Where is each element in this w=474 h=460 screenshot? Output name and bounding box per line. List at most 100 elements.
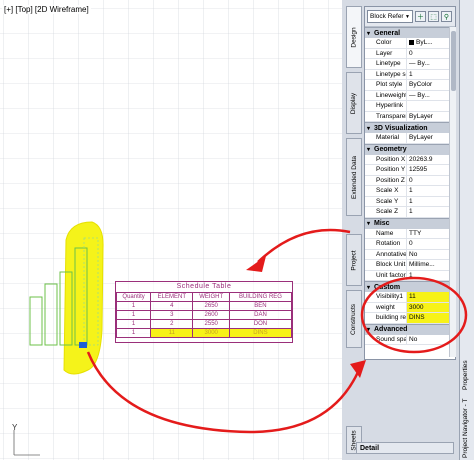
tab-display[interactable]: Display — [346, 72, 362, 134]
right-tab-strip: Properties Project Navigator - T — [459, 0, 474, 460]
property-name: Unit factor — [365, 270, 407, 280]
property-row[interactable]: Position Z0 — [365, 175, 455, 186]
property-value[interactable]: — By... — [407, 91, 455, 101]
property-value[interactable]: 20263.9 — [407, 155, 455, 165]
highlighted-block — [29, 221, 104, 375]
property-name: Layer — [365, 48, 407, 58]
property-name: Transparency — [365, 111, 407, 121]
property-row[interactable]: Rotation 0 — [365, 239, 455, 250]
property-value[interactable]: — By... — [407, 59, 455, 69]
property-value[interactable]: 0 — [407, 176, 455, 186]
palette-scrollbar[interactable] — [449, 27, 456, 357]
property-value[interactable]: 1 — [407, 207, 455, 217]
add-icon[interactable]: ＋ — [415, 11, 426, 22]
table-cell: BEN — [228, 301, 293, 311]
table-cell: 1 — [115, 328, 152, 338]
property-value[interactable]: 0 — [407, 239, 455, 249]
table-cell: 2 — [150, 319, 194, 329]
property-value[interactable]: 12595 — [407, 165, 455, 175]
table-cell: 4 — [150, 301, 194, 311]
drawing-viewport[interactable]: [+] [Top] [2D Wireframe] Y Schedule Tabl… — [0, 0, 342, 460]
tab-design[interactable]: Design — [346, 6, 362, 68]
property-row[interactable]: Name TTY — [365, 228, 455, 239]
section-misc[interactable]: ▾ Misc — [365, 217, 455, 229]
section-general[interactable]: ▾ General — [365, 27, 455, 38]
property-value[interactable]: TTY — [407, 229, 455, 239]
property-name: Scale Z — [365, 207, 407, 217]
detail-bar[interactable]: Detail — [356, 442, 454, 454]
property-value[interactable] — [407, 101, 455, 111]
property-name: Scale Y — [365, 196, 407, 206]
property-name: Scale X — [365, 186, 407, 196]
property-value[interactable]: ByLayer — [407, 133, 455, 143]
property-row[interactable]: Layer 0 — [365, 48, 455, 59]
property-value[interactable]: No — [407, 250, 455, 260]
property-value[interactable]: ByLayer — [407, 112, 455, 122]
table-cell: 2650 — [192, 301, 230, 311]
section-advanced[interactable]: ▾ Advanced — [365, 323, 455, 335]
grip-icon — [79, 342, 87, 348]
palette-tabs: Design Display Extended Data Project Con… — [346, 6, 362, 454]
property-row[interactable]: Material ByLayer — [365, 133, 455, 144]
tab-constructs[interactable]: Constructs — [346, 290, 362, 348]
property-value[interactable]: DINS — [407, 313, 455, 323]
tab-project[interactable]: Project — [346, 234, 362, 286]
property-row[interactable]: Scale X1 — [365, 186, 455, 197]
property-value[interactable]: 1 — [407, 186, 455, 196]
quick-select-icon[interactable]: ⚲ — [441, 11, 452, 22]
table-row: 1 11 3000 DINS — [115, 328, 293, 338]
property-row[interactable]: Lineweight — By... — [365, 90, 455, 101]
table-row: 1 4 2650 BEN — [115, 301, 293, 311]
section-custom[interactable]: ▾ Custom — [365, 281, 455, 292]
property-row[interactable]: weight 3000 — [365, 302, 455, 313]
property-value[interactable]: 1 — [407, 197, 455, 207]
property-value[interactable]: 3000 — [407, 302, 455, 312]
property-row[interactable]: Hyperlink — [365, 101, 455, 112]
property-value-text: ByL... — [416, 39, 433, 47]
property-value[interactable]: 11 — [407, 292, 455, 302]
property-value[interactable]: ByColor — [407, 80, 455, 90]
property-value[interactable]: 0 — [407, 49, 455, 59]
property-value[interactable]: 1 — [407, 271, 455, 281]
property-name: Visibility1 — [365, 292, 407, 302]
section-3d-visualization[interactable]: ▾ 3D Visualization — [365, 122, 455, 133]
property-row[interactable]: Block Unit Millime... — [365, 260, 455, 271]
property-row[interactable]: Unit factor 1 — [365, 270, 455, 281]
table-cell: 1 — [115, 319, 152, 329]
table-cell: 11 — [150, 328, 194, 338]
section-geometry[interactable]: ▾ Geometry — [365, 143, 455, 155]
table-cell: 3 — [150, 310, 194, 320]
tab-extended-data[interactable]: Extended Data — [346, 138, 362, 216]
object-type-select[interactable]: Block Refer ▼ — [367, 10, 413, 23]
property-row[interactable]: Scale Y1 — [365, 196, 455, 207]
property-value[interactable]: Millime... — [407, 260, 455, 270]
property-name: Hyperlink — [365, 101, 407, 111]
property-row[interactable]: Plot style ByColor — [365, 80, 455, 91]
property-row[interactable]: Linetype sc...1 — [365, 69, 455, 80]
property-value[interactable]: No — [407, 335, 455, 345]
property-row[interactable]: Scale Z1 — [365, 207, 455, 218]
property-row[interactable]: Visibility1 11 — [365, 292, 455, 303]
scroll-thumb[interactable] — [451, 31, 456, 91]
schedule-table[interactable]: Schedule Table Quantity ELEMENT WEIGHT B… — [115, 281, 293, 343]
table-cell: DINS — [228, 328, 293, 338]
table-cell: 2550 — [192, 319, 230, 329]
project-navigator-tab-label[interactable]: Project Navigator - T — [462, 399, 469, 458]
properties-tab-label[interactable]: Properties — [462, 360, 469, 390]
property-row[interactable]: building reg DINS — [365, 313, 455, 324]
property-name: Material — [365, 133, 407, 143]
property-row[interactable]: Color ByL... — [365, 38, 455, 49]
property-value[interactable]: ByL... — [407, 38, 455, 48]
property-row[interactable]: Position X 20263.9 — [365, 154, 455, 165]
property-row[interactable]: Position Y 12595 — [365, 165, 455, 176]
property-row[interactable]: Sound spac...No — [365, 334, 455, 345]
property-row[interactable]: Linetype — By... — [365, 59, 455, 70]
property-name: Plot style — [365, 80, 407, 90]
property-row[interactable]: TransparencyByLayer — [365, 111, 455, 122]
properties-header: Block Refer ▼ ＋ ⬚ ⚲ — [365, 7, 455, 27]
property-name: Lineweight — [365, 90, 407, 100]
property-row[interactable]: Annotative No — [365, 249, 455, 260]
table-cell: 1 — [115, 301, 152, 311]
select-objects-icon[interactable]: ⬚ — [428, 11, 439, 22]
property-value[interactable]: 1 — [407, 70, 455, 80]
